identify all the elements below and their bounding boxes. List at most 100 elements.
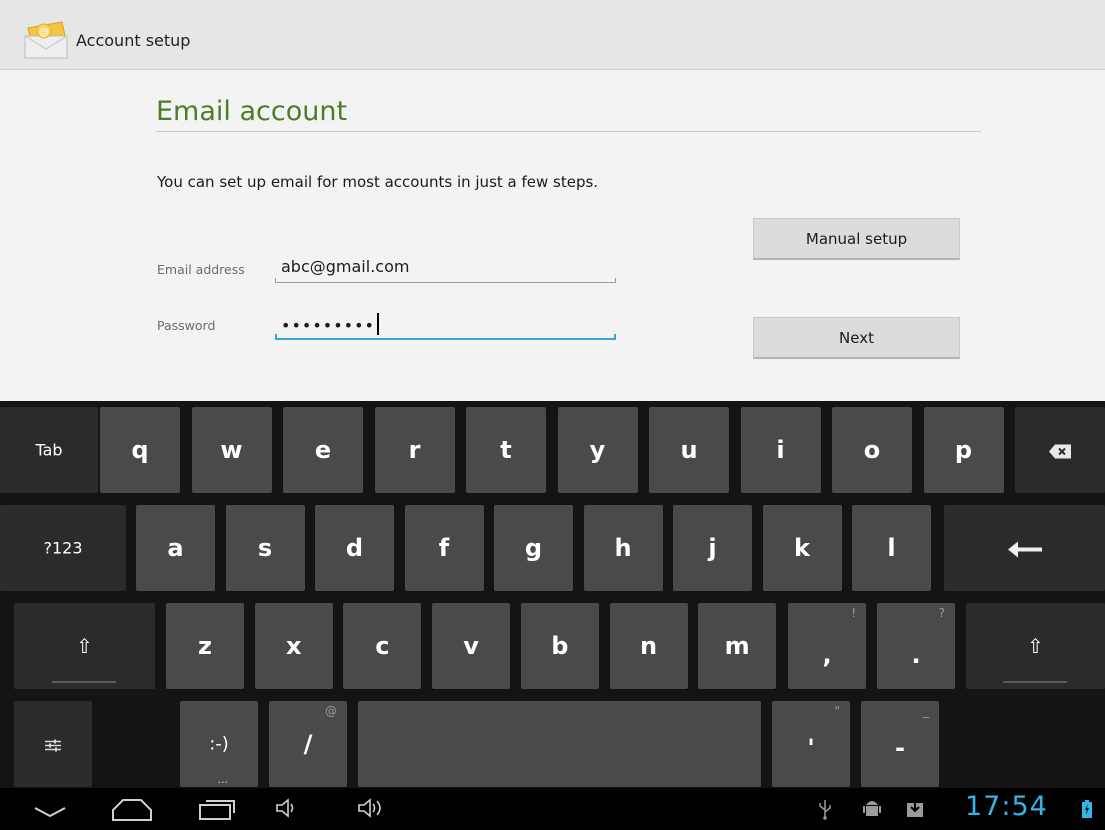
key-a[interactable]: a	[136, 505, 215, 591]
key-g[interactable]: g	[494, 505, 573, 591]
home-icon[interactable]	[111, 796, 153, 826]
key-s-label: s	[257, 534, 273, 562]
key-t-label: t	[500, 436, 512, 464]
key-l[interactable]: l	[852, 505, 931, 591]
key-l-label: l	[887, 534, 896, 562]
volume-up-icon[interactable]	[358, 798, 388, 822]
key-z[interactable]: z	[166, 603, 244, 689]
password-dots: •••••••••	[281, 316, 375, 335]
period-key[interactable]: ? .	[877, 603, 955, 689]
enter-key[interactable]	[944, 505, 1105, 591]
key-b[interactable]: b	[520, 603, 599, 689]
key-c[interactable]: c	[343, 603, 422, 689]
key-f[interactable]: f	[404, 505, 484, 591]
comma-key[interactable]: ! ,	[788, 603, 866, 689]
key-p-label: p	[954, 436, 973, 464]
email-label: Email address	[157, 262, 245, 277]
email-app-icon[interactable]: @	[22, 18, 70, 62]
password-value: •••••••••	[281, 313, 379, 335]
recent-apps-icon[interactable]	[196, 797, 238, 825]
key-n[interactable]: n	[609, 603, 688, 689]
key-m-label: m	[724, 632, 750, 660]
intro-text: You can set up email for most accounts i…	[157, 173, 599, 191]
android-debug-icon	[863, 797, 881, 823]
symbols-mode-key[interactable]: ?123	[0, 505, 126, 591]
password-field[interactable]: •••••••••	[275, 313, 616, 340]
key-e-label: e	[314, 436, 332, 464]
battery-charging-icon	[1082, 800, 1092, 822]
key-q-label: q	[131, 436, 149, 464]
key-w-label: w	[220, 436, 243, 464]
key-j[interactable]: j	[673, 505, 752, 591]
key-y[interactable]: y	[557, 407, 638, 493]
shift-key-right[interactable]: ⇧	[966, 603, 1105, 689]
key-k-label: k	[794, 534, 810, 562]
slash-key[interactable]: @ /	[269, 701, 347, 787]
tab-key[interactable]: Tab	[0, 407, 98, 493]
volume-down-icon[interactable]	[276, 798, 298, 822]
action-bar-title: Account setup	[76, 31, 191, 50]
key-s[interactable]: s	[225, 505, 305, 591]
dash-key-label: -	[895, 734, 905, 763]
backspace-key[interactable]	[1015, 407, 1105, 493]
shift-key-left[interactable]: ⇧	[14, 603, 155, 689]
smiley-key[interactable]: :-) ...	[180, 701, 258, 787]
soft-keyboard: Tab qwertyuiop ?123 asdfghjkl ⇧ zxcvbnm …	[0, 401, 1105, 788]
dash-key-hint: _	[923, 704, 929, 718]
apostrophe-key[interactable]: " '	[772, 701, 850, 787]
page-title: Email account	[156, 96, 348, 127]
period-key-hint: ?	[938, 606, 945, 620]
key-c-label: c	[375, 632, 390, 660]
key-h-label: h	[614, 534, 632, 562]
text-cursor	[376, 313, 379, 335]
account-setup-screen: @ Account setup Email account You can se…	[0, 0, 1105, 401]
key-v[interactable]: v	[432, 603, 511, 689]
backspace-icon	[1015, 441, 1105, 460]
key-z-label: z	[198, 632, 212, 660]
key-w[interactable]: w	[191, 407, 272, 493]
shift-indicator	[52, 681, 116, 683]
settings-sliders-icon	[14, 735, 92, 754]
key-i[interactable]: i	[740, 407, 821, 493]
manual-setup-button[interactable]: Manual setup	[753, 218, 960, 260]
dash-key[interactable]: _ -	[861, 701, 939, 787]
apostrophe-key-hint: "	[834, 704, 840, 718]
enter-icon	[944, 539, 1105, 558]
key-h[interactable]: h	[583, 505, 663, 591]
apostrophe-key-label: '	[807, 734, 815, 763]
space-key[interactable]	[358, 701, 761, 787]
keyboard-settings-key[interactable]	[14, 701, 92, 787]
key-r[interactable]: r	[374, 407, 455, 493]
key-u[interactable]: u	[649, 407, 729, 493]
password-label: Password	[157, 318, 216, 333]
key-t[interactable]: t	[466, 407, 546, 493]
email-value: abc@gmail.com	[281, 257, 410, 276]
key-j-label: j	[708, 534, 717, 562]
email-field[interactable]: abc@gmail.com	[275, 257, 616, 283]
key-v-label: v	[463, 632, 479, 660]
key-k[interactable]: k	[762, 505, 842, 591]
comma-key-label: ,	[822, 640, 832, 669]
email-field-underline	[275, 282, 616, 283]
key-o[interactable]: o	[832, 407, 912, 493]
next-button[interactable]: Next	[753, 317, 960, 359]
key-d[interactable]: d	[315, 505, 394, 591]
period-key-label: .	[911, 640, 921, 669]
key-g-label: g	[524, 534, 543, 562]
key-b-label: b	[551, 632, 569, 660]
key-p[interactable]: p	[923, 407, 1004, 493]
key-x-label: x	[285, 632, 302, 660]
system-bar: 17:54	[0, 788, 1105, 830]
tab-key-label: Tab	[35, 440, 63, 460]
key-u-label: u	[680, 436, 698, 464]
heading-divider	[156, 131, 981, 132]
smiley-key-label: :-)	[209, 733, 229, 755]
key-x[interactable]: x	[254, 603, 333, 689]
key-o-label: o	[863, 436, 881, 464]
key-e[interactable]: e	[283, 407, 363, 493]
key-m[interactable]: m	[698, 603, 777, 689]
email-field-left-tick	[275, 278, 276, 283]
hide-keyboard-icon[interactable]	[33, 804, 67, 823]
symbols-mode-label: ?123	[43, 538, 83, 558]
key-q[interactable]: q	[100, 407, 180, 493]
